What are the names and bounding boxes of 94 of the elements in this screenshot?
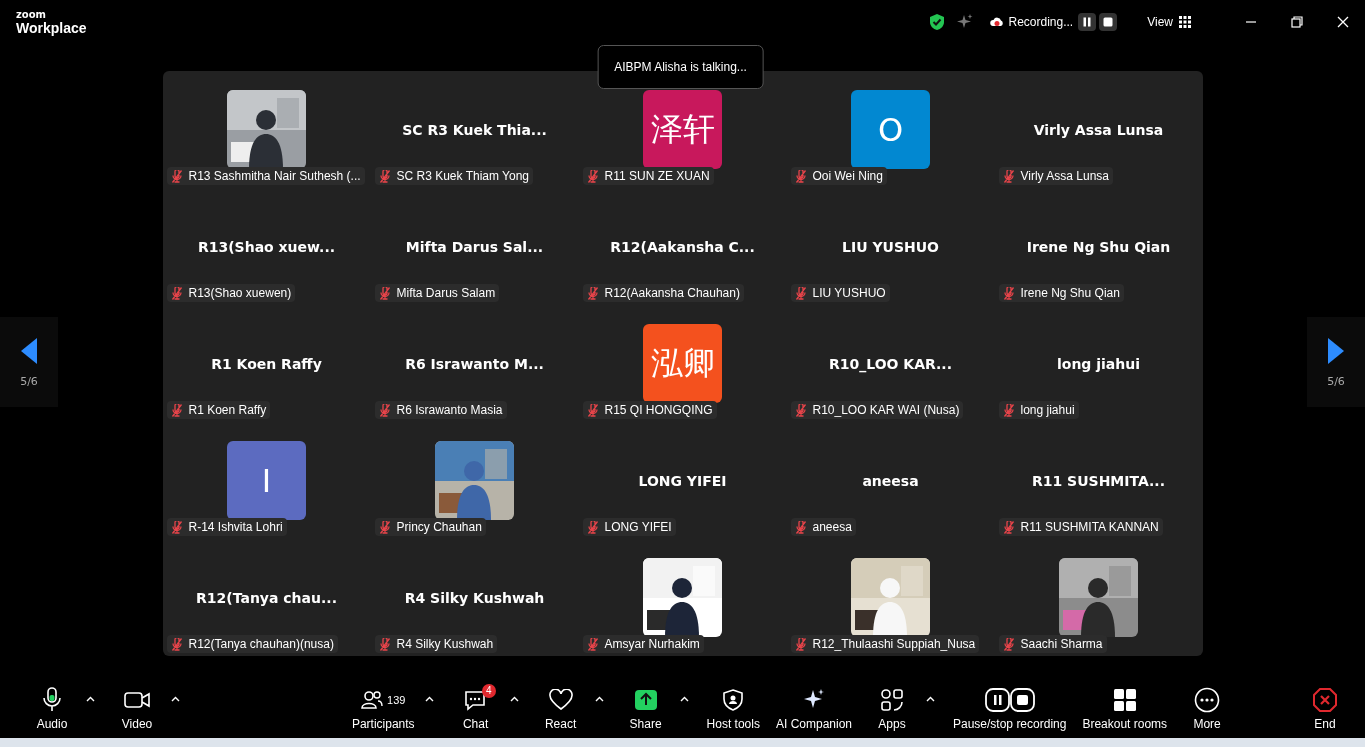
restore-icon[interactable] [1291,16,1303,28]
participant-name: SC R3 Kuek Thiam Yong [396,169,530,183]
initial-avatar: 泓卿 [643,324,722,403]
participant-name: Ooi Wei Ning [812,169,883,183]
participant-name: R12(Aakansha C... [610,238,755,255]
participant-name: long jiahui [1020,403,1075,417]
participant-name: R1 Koen Raffy [188,403,267,417]
participant-name: Saachi Sharma [1020,637,1103,651]
video-button[interactable]: Video [107,687,167,731]
page-indicator: 5/6 [20,374,38,388]
participant-name: Virly Assa Lunsa [1033,121,1164,138]
more-icon [1194,687,1221,713]
chat-bubble-icon [463,689,488,711]
participant-name: aneesa [812,520,852,534]
brand-name: Workplace [16,20,87,35]
caret-icon[interactable] [594,696,604,702]
caret-icon[interactable] [509,696,519,702]
stop-icon[interactable] [1099,13,1118,31]
caret-icon[interactable] [679,696,689,702]
breakout-button[interactable]: Breakout rooms [1076,687,1174,731]
participant-name: LIU YUSHUO [842,238,939,255]
close-icon[interactable] [1337,16,1349,28]
ai-button[interactable]: AI Companion [769,687,858,731]
more-button[interactable]: More [1177,687,1238,731]
initial-avatar: O [851,90,930,169]
recording-label: Recording... [1008,15,1074,29]
react-button[interactable]: React [530,687,591,731]
participant-name: Irene Ng Shu Qian [1020,286,1120,300]
initial-avatar: 泽轩 [643,90,722,169]
participant-name: R4 Silky Kushwah [396,637,494,651]
participant-name: R13(Shao xuewen) [188,286,292,300]
participant-name: Amsyar Nurhakim [604,637,700,651]
participant-name: R6 Israwanto Masia [396,403,503,417]
caret-icon[interactable] [171,696,180,702]
participant-name: SC R3 Kuek Thia... [402,121,547,138]
chat-button[interactable]: 4 Chat [445,687,506,731]
view-button[interactable]: View [1147,15,1191,29]
participant-name: R11 SUN ZE XUAN [604,169,710,183]
talking-toast: AIBPM Alisha is talking... [597,45,764,89]
end-button[interactable]: End [1295,687,1355,731]
recording-cloud-icon [989,16,1004,28]
participant-name: R12(Tanya chauhan)(nusa) [188,637,334,651]
next-page-arrow-icon[interactable] [1327,336,1345,365]
participant-name: LONG YIFEI [604,520,672,534]
pause-stop-icon [984,688,1035,712]
participant-name: R-14 Ishvita Lohri [188,520,283,534]
page-indicator: 5/6 [1327,374,1345,388]
participant-name: Mifta Darus Salam [396,286,496,300]
shield-icon[interactable] [927,13,946,31]
notification-badge: 4 [482,684,496,698]
participant-name: Virly Assa Lunsa [1020,169,1109,183]
participant-name: R12_Thulaashi Suppiah_Nusa [812,637,976,651]
microphone-icon [41,687,63,713]
heart-icon [548,689,573,711]
participant-name: R10_LOO KAR... [828,355,952,372]
participant-name: Mifta Darus Sal... [405,238,544,255]
participant-count: 139 [387,694,406,706]
audio-button[interactable]: Audio [22,687,82,731]
caret-icon[interactable] [926,696,935,702]
participant-name: R12(Tanya chau... [196,589,337,606]
previous-page-arrow-icon[interactable] [20,336,38,365]
participant-name: R13 Sashmitha Nair Suthesh (... [188,169,361,183]
host-button[interactable]: Host tools [700,687,766,731]
record-button[interactable]: Pause/stop recording [947,687,1073,731]
participant-name: R13(Shao xuew... [197,238,336,255]
brand-small-text: zoom [16,9,47,20]
initial-avatar: I [227,441,306,520]
grid-squares-icon [1112,688,1137,712]
grid-icon [1179,16,1191,28]
caret-icon[interactable] [424,696,434,702]
participant-name: R10_LOO KAR WAI (Nusa) [812,403,960,417]
people-icon [361,690,384,710]
participant-name: R15 QI HONGQING [604,403,713,417]
participant-name: R1 Koen Raffy [211,355,322,372]
participant-name: aneesa [862,472,919,489]
participant-name: Irene Ng Shu Qian [1026,238,1171,255]
participant-name: long jiahui [1056,355,1141,372]
end-icon [1313,688,1337,712]
camera-icon [123,690,151,710]
participant-name: R4 Silky Kushwah [404,589,545,606]
participant-name: LONG YIFEI [638,472,727,489]
apps-button[interactable]: Apps [862,687,922,731]
participant-name: Princy Chauhan [396,520,482,534]
participant-name: R11 SUSHMITA KANNAN [1020,520,1159,534]
participant-name: R11 SUSHMITA... [1031,472,1165,489]
participant-name: R6 Israwanto M... [405,355,544,372]
apps-icon [880,688,904,712]
participant-name: LIU YUSHUO [812,286,886,300]
pause-icon[interactable] [1078,13,1097,31]
participant-name: R12(Aakansha Chauhan) [604,286,740,300]
caret-icon[interactable] [86,696,95,702]
shield-person-icon [723,689,744,711]
share-button[interactable]: Share [615,687,676,731]
participants-button[interactable]: 139 Participants [345,687,421,731]
